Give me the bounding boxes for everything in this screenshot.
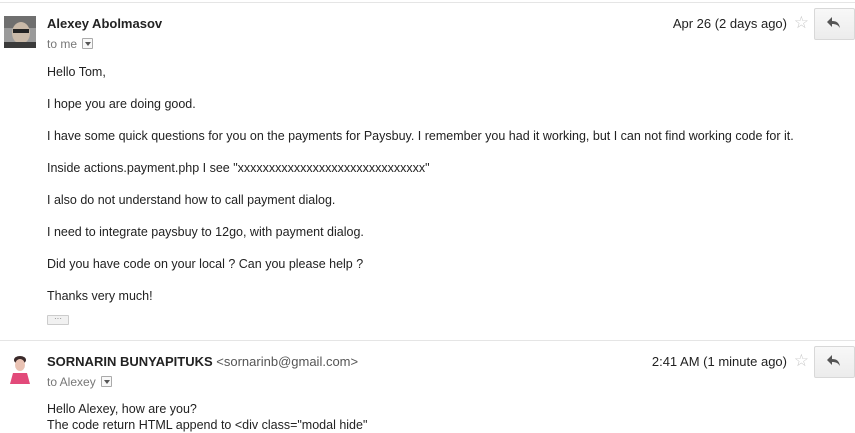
body-line: Thanks very much! [47, 289, 153, 303]
body-line: Inside actions.payment.php I see "xxxxxx… [47, 161, 430, 175]
body-line: I also do not understand how to call pay… [47, 193, 336, 207]
body-line: Did you have code on your local ? Can yo… [47, 257, 364, 271]
recipient-label: to me [47, 37, 78, 51]
body-line: I have some quick questions for you on t… [47, 129, 794, 143]
recipient-line: to me [47, 37, 94, 51]
message-body: Hello Tom, I hope you are doing good. I … [47, 64, 794, 320]
message-body: Hello Alexey, how are you? The code retu… [47, 401, 367, 433]
message-date: Apr 26 (2 days ago) [672, 16, 787, 31]
email-message: Alexey Abolmasov to me Apr 26 (2 days ag… [0, 0, 855, 340]
body-line: The code return HTML append to <div clas… [47, 418, 368, 432]
body-line: Hello Alexey, how are you? [47, 402, 197, 416]
reply-button[interactable] [814, 8, 855, 40]
star-icon[interactable]: ☆ [794, 14, 809, 31]
message-date: 2:41 AM (1 minute ago) [651, 354, 787, 369]
sender[interactable]: SORNARIN BUNYAPITUKS <sornarinb@gmail.co… [47, 354, 358, 369]
sender-name[interactable]: SORNARIN BUNYAPITUKS [47, 354, 213, 369]
recipient-line: to Alexey [47, 375, 112, 389]
body-line: Hello Tom, [47, 65, 106, 79]
sender-email: <sornarinb@gmail.com> [216, 354, 359, 369]
avatar[interactable] [4, 352, 36, 384]
body-line: I hope you are doing good. [47, 97, 196, 111]
reply-icon [827, 355, 840, 366]
sender[interactable]: Alexey Abolmasov [47, 16, 162, 31]
recipient-label: to Alexey [47, 375, 96, 389]
sender-name[interactable]: Alexey Abolmasov [47, 16, 162, 31]
reply-button[interactable] [814, 346, 855, 378]
show-trimmed-content-button[interactable]: ··· [47, 315, 69, 325]
star-icon[interactable]: ☆ [794, 352, 809, 369]
avatar[interactable] [4, 16, 36, 48]
show-details-dropdown-icon[interactable] [100, 376, 112, 387]
body-line: I need to integrate paysbuy to 12go, wit… [47, 225, 364, 239]
reply-icon [827, 17, 840, 28]
show-details-dropdown-icon[interactable] [82, 38, 94, 49]
email-message: SORNARIN BUNYAPITUKS <sornarinb@gmail.co… [0, 341, 855, 432]
